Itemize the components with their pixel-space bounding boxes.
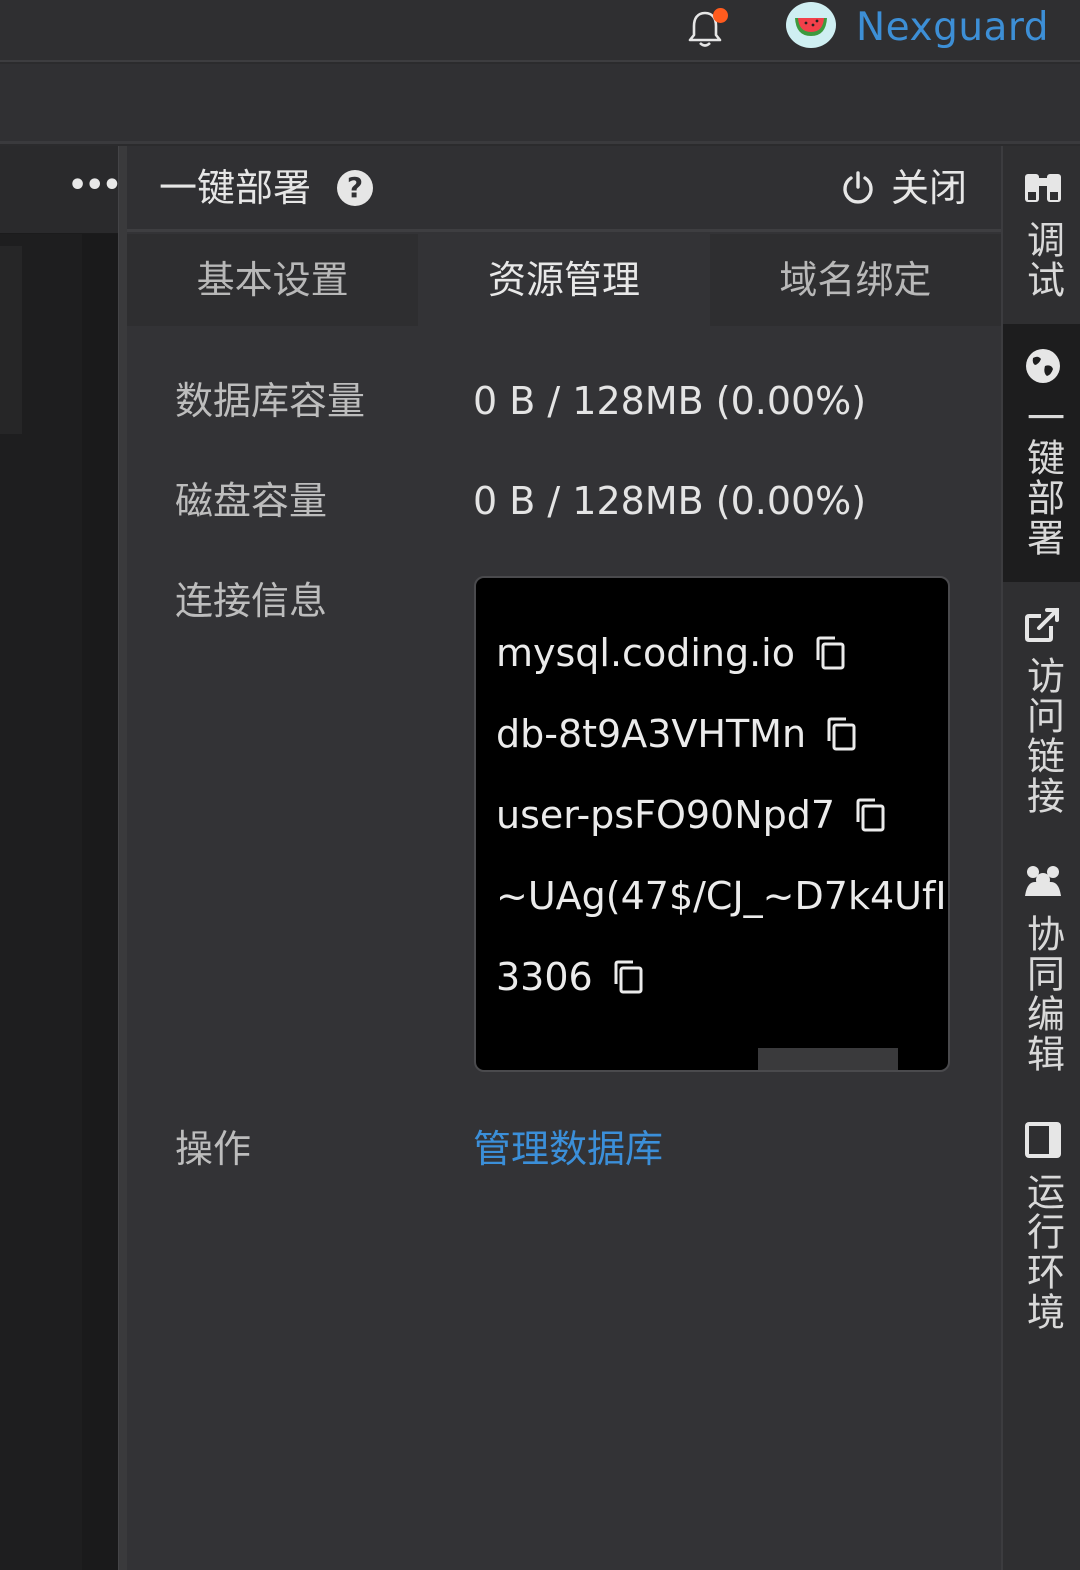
connection-info-box: mysql.coding.io db-8t9A3VHTMn user-psFO9… [474,576,950,1072]
disk-capacity-label: 磁盘容量 [175,479,328,523]
conn-database: db-8t9A3VHTMn [496,712,807,756]
conn-password-row: ~UAg(47$/CJ_~D7k4UfI [496,871,947,921]
top-header: Nexguard [0,0,1080,62]
copy-icon[interactable] [607,956,649,998]
panel-splitter[interactable] [118,146,127,1570]
editor-tab-bar: ••• [0,146,122,234]
toolbar-label-collab-edit: 协同编辑 [1020,914,1065,1074]
window-icon [1024,1122,1061,1158]
copy-icon[interactable] [849,794,891,836]
notification-dot [713,8,728,23]
toolbar-item-debug[interactable]: 调试 [1003,146,1080,324]
watermelon-avatar [795,18,827,36]
right-toolbar: 调试 一键部署 访问链接 协同编辑 运行环境 [1001,146,1080,1570]
panel-header: 一键部署 ? 关闭 [127,146,1001,232]
close-label: 关闭 [890,166,967,210]
tab-domain-binding[interactable]: 域名绑定 [709,234,1001,326]
conn-user-row: user-psFO90Npd7 [496,790,891,840]
avatar[interactable] [786,2,836,48]
username[interactable]: Nexguard [856,4,1049,52]
db-capacity-label: 数据库容量 [175,379,366,423]
conn-port: 3306 [496,955,593,999]
deploy-panel: 一键部署 ? 关闭 基本设置 资源管理 域名绑定 数据库容量 0 B / 128… [127,146,1001,1570]
copy-icon[interactable] [809,632,851,674]
conn-host: mysql.coding.io [496,631,795,675]
toolbar-label-runtime: 运行环境 [1020,1172,1065,1332]
editor-gutter [0,246,22,434]
close-button[interactable]: 关闭 [839,164,967,212]
toolbar-item-deploy[interactable]: 一键部署 [1003,324,1080,582]
more-icon[interactable]: ••• [68,166,122,206]
conn-database-row: db-8t9A3VHTMn [496,709,862,759]
connection-info-label: 连接信息 [175,579,328,623]
sub-toolbar [0,64,1080,144]
editor-scroll-gutter [82,234,118,1570]
db-capacity-value: 0 B / 128MB (0.00%) [473,379,867,423]
globe-icon [1025,349,1060,383]
toolbar-label-debug: 调试 [1020,220,1065,300]
conn-user: user-psFO90Npd7 [496,793,836,837]
editor-area: ••• [0,146,122,1570]
binoculars-icon [1024,174,1061,202]
copy-icon[interactable] [820,713,862,755]
conn-host-row: mysql.coding.io [496,628,851,678]
group-icon [1024,866,1061,896]
power-icon [843,171,873,204]
conn-port-row: 3306 [496,952,649,1002]
conn-password: ~UAg(47$/CJ_~D7k4UfI [496,874,947,918]
toolbar-item-access-link[interactable]: 访问链接 [1003,582,1080,840]
toolbar-item-runtime[interactable]: 运行环境 [1003,1098,1080,1356]
toolbar-label-deploy: 一键部署 [1020,398,1065,558]
tab-basic-settings[interactable]: 基本设置 [127,234,419,326]
toolbar-label-access-link: 访问链接 [1020,656,1065,816]
tab-resource-management[interactable]: 资源管理 [418,234,710,326]
horizontal-scrollbar[interactable] [758,1048,898,1070]
disk-capacity-value: 0 B / 128MB (0.00%) [473,479,867,523]
actions-label: 操作 [175,1127,252,1171]
manage-database-link[interactable]: 管理数据库 [473,1124,663,1174]
panel-title: 一键部署 [159,166,312,210]
panel-tabs: 基本设置 资源管理 域名绑定 [127,234,1001,326]
help-icon[interactable]: ? [337,170,373,206]
toolbar-item-collab-edit[interactable]: 协同编辑 [1003,840,1080,1098]
external-link-icon [1024,608,1059,642]
